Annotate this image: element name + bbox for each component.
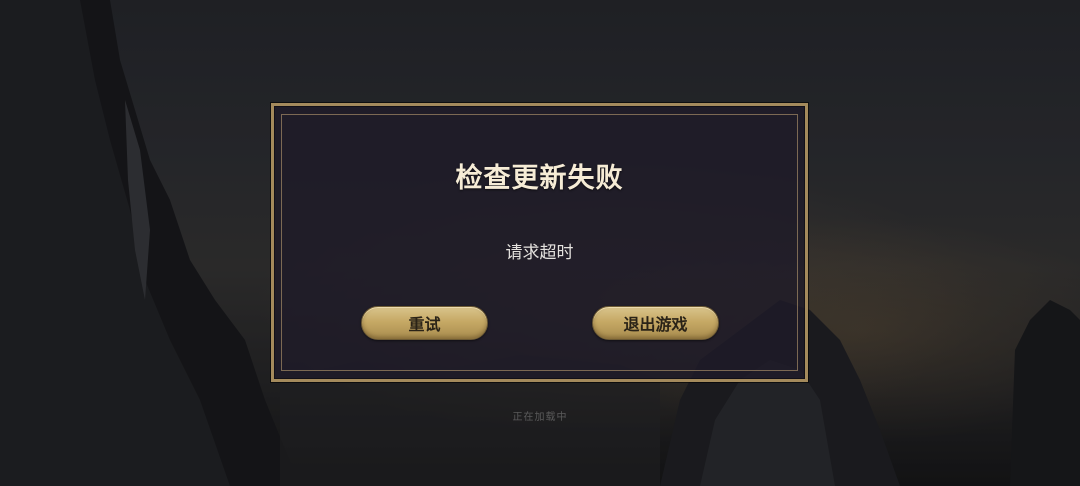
exit-game-button[interactable]: 退出游戏	[592, 306, 719, 340]
background-loading-text: 正在加载中	[512, 412, 568, 423]
update-failed-dialog: 检查更新失败 请求超时 重试 退出游戏	[271, 103, 808, 382]
dialog-title: 检查更新失败	[455, 163, 624, 194]
dialog-message: 请求超时	[505, 243, 574, 263]
retry-button[interactable]: 重试	[361, 306, 488, 340]
